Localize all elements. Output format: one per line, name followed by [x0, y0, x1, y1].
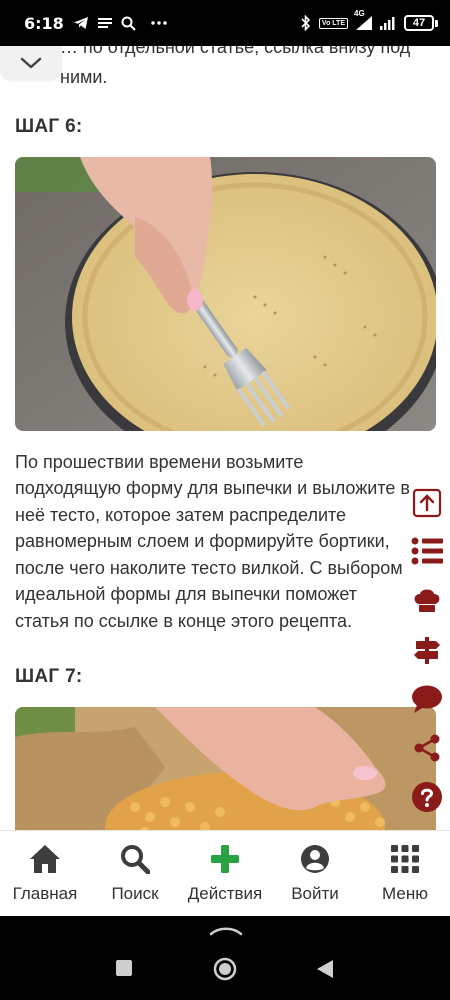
help-button[interactable]: [410, 780, 444, 814]
step-6-line: идеальной формы для выпечки поможет: [15, 584, 357, 604]
nav-home[interactable]: Главная: [0, 831, 90, 916]
step-7-image: [15, 707, 436, 830]
nav-login[interactable]: Войти: [270, 831, 360, 916]
scroll-up-icon: [412, 488, 442, 518]
plus-icon: [211, 844, 239, 873]
square-icon: [116, 960, 132, 976]
step-6-line: По прошествии времени возьмите: [15, 452, 304, 472]
status-time: 6:18: [24, 13, 64, 33]
step-6-line: неё тесто, которое затем распределите: [15, 505, 347, 525]
back-button[interactable]: [316, 959, 334, 984]
chevron-down-icon: [20, 57, 42, 69]
previous-paragraph-text: … по отдельной статье, ссылка внизу под …: [60, 46, 411, 87]
step-6-line: статья по ссылке в конце этого рецепта.: [15, 611, 352, 631]
nav-login-label: Войти: [291, 883, 339, 903]
search-icon: [121, 16, 136, 31]
wifi-icon: [380, 16, 396, 30]
nav-search-label: Поиск: [111, 883, 159, 903]
step-6-line: равномерным слоем и формируйте бортики,: [15, 531, 390, 551]
battery-level: 47: [404, 15, 434, 31]
comment-icon: [412, 685, 442, 713]
nav-actions-label: Действия: [187, 883, 263, 903]
cooking-mode-button[interactable]: [410, 584, 444, 618]
more-icon: [151, 21, 167, 25]
step-6-line: после чего наколите тесто вилкой. С выбо…: [15, 558, 403, 578]
search-icon: [121, 844, 150, 874]
collapse-button[interactable]: [0, 46, 62, 80]
circle-icon: [213, 957, 237, 981]
bluetooth-icon: [300, 15, 311, 31]
status-bar: 6:18 Vo LTE 4G 47: [0, 0, 450, 46]
volte-icon: Vo LTE: [318, 17, 348, 29]
share-icon: [414, 734, 440, 762]
volte-label: Vo LTE: [321, 19, 345, 27]
nav-actions[interactable]: Действия: [180, 831, 270, 916]
step-6-image: [15, 157, 436, 431]
chef-hat-icon: [414, 589, 440, 612]
home-system-button[interactable]: [213, 957, 237, 986]
expand-handle-icon[interactable]: [209, 924, 243, 942]
list-icon: [411, 537, 443, 565]
system-navigation-bar: [0, 916, 450, 1000]
bottom-navigation: Главная Поиск Действия Войти Меню: [0, 830, 450, 916]
previous-paragraph: … по отдельной статье, ссылка внизу под …: [60, 46, 440, 92]
recents-button[interactable]: [115, 959, 133, 982]
nav-home-label: Главная: [12, 883, 78, 903]
article-content: … по отдельной статье, ссылка внизу под …: [0, 46, 450, 830]
navigation-button[interactable]: [410, 633, 444, 667]
help-icon: [412, 782, 442, 812]
signpost-icon: [414, 637, 440, 664]
share-button[interactable]: [410, 731, 444, 765]
grid-menu-icon: [391, 844, 419, 873]
step-6-title: ШАГ 6:: [15, 116, 83, 137]
scroll-up-button[interactable]: [410, 486, 444, 520]
user-icon: [301, 844, 329, 873]
network-type: 4G: [354, 9, 365, 18]
battery-icon: 47: [404, 15, 438, 31]
home-icon: [30, 844, 60, 873]
nav-search[interactable]: Поиск: [90, 831, 180, 916]
step-7-title: ШАГ 7:: [15, 666, 83, 687]
telegram-icon: [73, 16, 89, 30]
signal-icon: 4G: [354, 9, 372, 30]
ingredients-list-button[interactable]: [410, 534, 444, 568]
nav-menu-label: Меню: [382, 883, 428, 903]
back-triangle-icon: [317, 960, 333, 978]
notes-icon: [97, 17, 112, 29]
comments-button[interactable]: [410, 682, 444, 716]
nav-menu[interactable]: Меню: [360, 831, 450, 916]
step-6-line: подходящую форму для выпечки и выложите …: [15, 478, 410, 498]
